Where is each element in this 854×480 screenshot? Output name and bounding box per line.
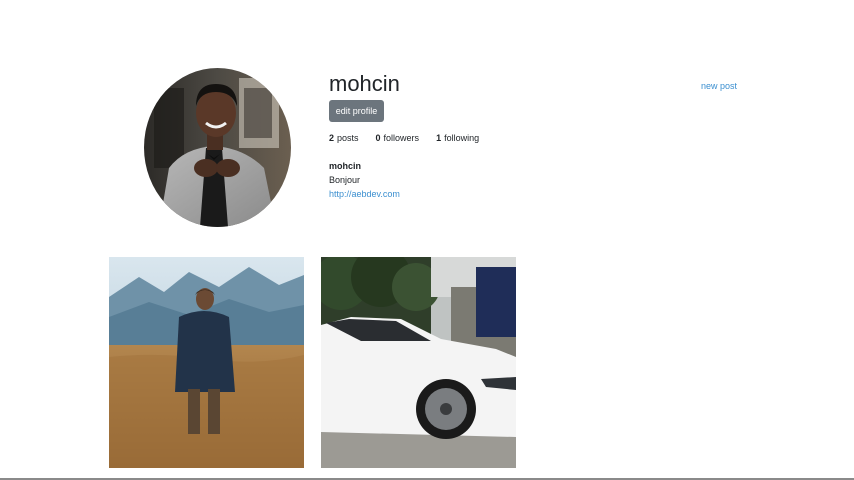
posts-label: posts <box>337 133 359 143</box>
followers-stat[interactable]: 0 followers <box>376 133 420 143</box>
profile-username: mohcin <box>329 71 400 96</box>
person-in-field-image <box>109 257 304 468</box>
following-label: following <box>444 133 480 143</box>
white-car-image <box>321 257 516 468</box>
edit-profile-button[interactable]: edit profile <box>329 100 384 122</box>
bio-text: Bonjour <box>329 175 361 185</box>
profile-stats: 2 posts 0 followers 1 following <box>329 133 496 143</box>
profile-page: mohcin new post edit profile 2 posts 0 fol… <box>0 0 854 480</box>
post-thumbnail[interactable] <box>109 257 304 468</box>
bio-name: mohcin <box>329 161 362 171</box>
bio-website-link[interactable]: http://aebdev.com <box>329 189 400 199</box>
profile-avatar[interactable] <box>144 68 291 227</box>
followers-label: followers <box>383 133 420 143</box>
following-count: 1 <box>436 133 442 143</box>
followers-count: 0 <box>375 133 381 143</box>
following-stat[interactable]: 1 following <box>436 133 479 143</box>
new-post-link[interactable]: new post <box>701 81 737 91</box>
posts-count: 2 <box>329 133 335 143</box>
posts-stat: 2 posts <box>329 133 359 143</box>
post-thumbnail[interactable] <box>321 257 516 468</box>
